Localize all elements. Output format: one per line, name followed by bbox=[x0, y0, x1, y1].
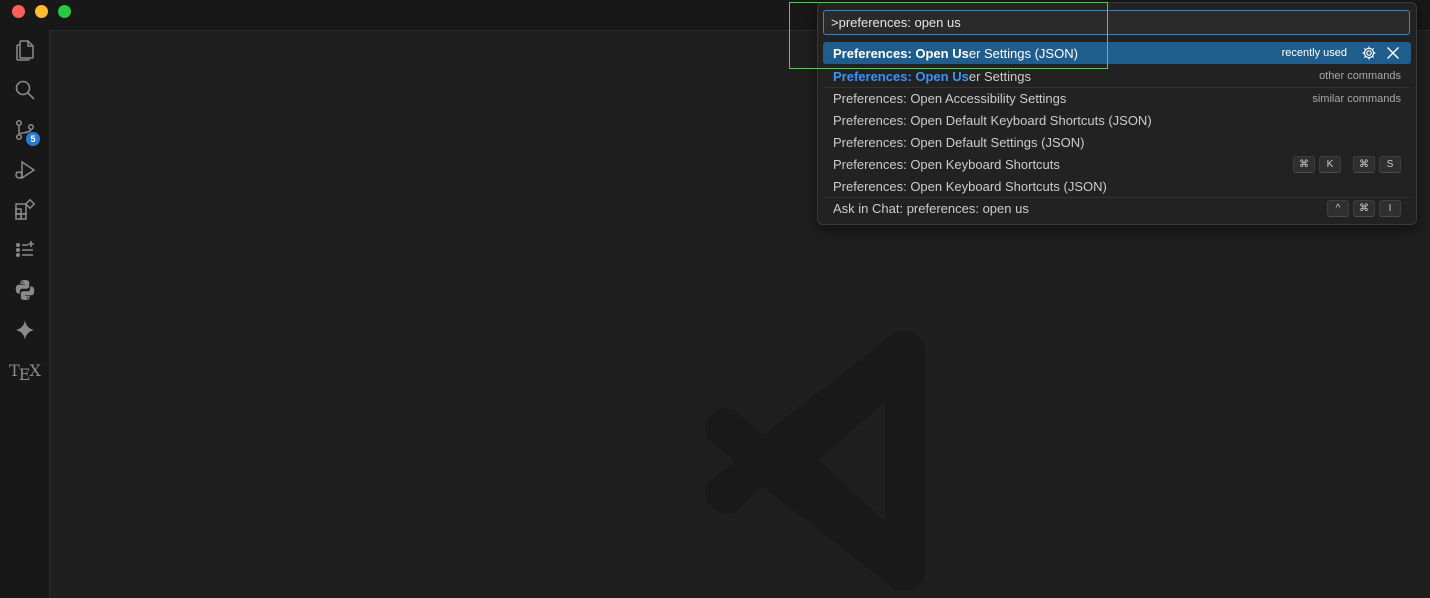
sparkle-icon bbox=[15, 320, 34, 340]
command-item-open-default-settings-json[interactable]: Preferences: Open Default Settings (JSON… bbox=[823, 131, 1411, 153]
activity-run-debug[interactable] bbox=[0, 150, 49, 190]
command-item-ask-in-chat[interactable]: Ask in Chat: preferences: open us ^ ⌘ I bbox=[823, 197, 1411, 219]
command-item-open-user-settings[interactable]: Preferences: Open User Settings other co… bbox=[823, 65, 1411, 87]
maximize-window-button[interactable] bbox=[58, 5, 71, 18]
activity-source-control[interactable]: 5 bbox=[0, 110, 49, 150]
command-item-open-user-settings-json[interactable]: Preferences: Open User Settings (JSON) r… bbox=[823, 42, 1411, 64]
tex-icon: TEX bbox=[9, 360, 41, 384]
source-control-badge: 5 bbox=[26, 132, 40, 146]
minimize-window-button[interactable] bbox=[35, 5, 48, 18]
close-icon[interactable] bbox=[1385, 45, 1401, 61]
activity-python[interactable] bbox=[0, 270, 49, 310]
testing-icon bbox=[15, 241, 34, 258]
vscode-logo-watermark-icon bbox=[705, 331, 925, 591]
item-description: similar commands bbox=[1312, 92, 1401, 105]
command-item-open-keyboard-shortcuts-json[interactable]: Preferences: Open Keyboard Shortcuts (JS… bbox=[823, 175, 1411, 197]
gear-icon[interactable] bbox=[1361, 45, 1377, 61]
activity-bar: 5 TEX bbox=[0, 30, 50, 598]
command-item-open-default-keyboard-shortcuts-json[interactable]: Preferences: Open Default Keyboard Short… bbox=[823, 109, 1411, 131]
keybinding: ^ ⌘ I bbox=[1323, 200, 1401, 217]
item-description: recently used bbox=[1281, 47, 1347, 59]
activity-extensions[interactable] bbox=[0, 190, 49, 230]
command-item-open-accessibility-settings[interactable]: Preferences: Open Accessibility Settings… bbox=[823, 87, 1411, 109]
command-item-open-keyboard-shortcuts[interactable]: Preferences: Open Keyboard Shortcuts ⌘ K… bbox=[823, 153, 1411, 175]
activity-copilot[interactable] bbox=[0, 310, 49, 350]
activity-tex[interactable]: TEX bbox=[0, 350, 49, 390]
close-window-button[interactable] bbox=[12, 5, 25, 18]
command-palette-input[interactable] bbox=[823, 10, 1410, 35]
keybinding: ⌘ K ⌘ S bbox=[1289, 155, 1401, 173]
activity-testing[interactable] bbox=[0, 230, 49, 270]
vscode-window: 5 TEX >preferences: open us Preferences:… bbox=[0, 0, 1430, 598]
search-icon bbox=[15, 80, 35, 100]
activity-explorer[interactable] bbox=[0, 30, 49, 70]
activity-search[interactable] bbox=[0, 70, 49, 110]
python-icon bbox=[15, 280, 34, 300]
run-debug-icon bbox=[14, 160, 35, 180]
item-description: other commands bbox=[1319, 70, 1401, 82]
command-palette: Preferences: Open User Settings (JSON) r… bbox=[817, 2, 1417, 225]
extensions-icon bbox=[14, 198, 35, 220]
files-icon bbox=[15, 40, 34, 61]
